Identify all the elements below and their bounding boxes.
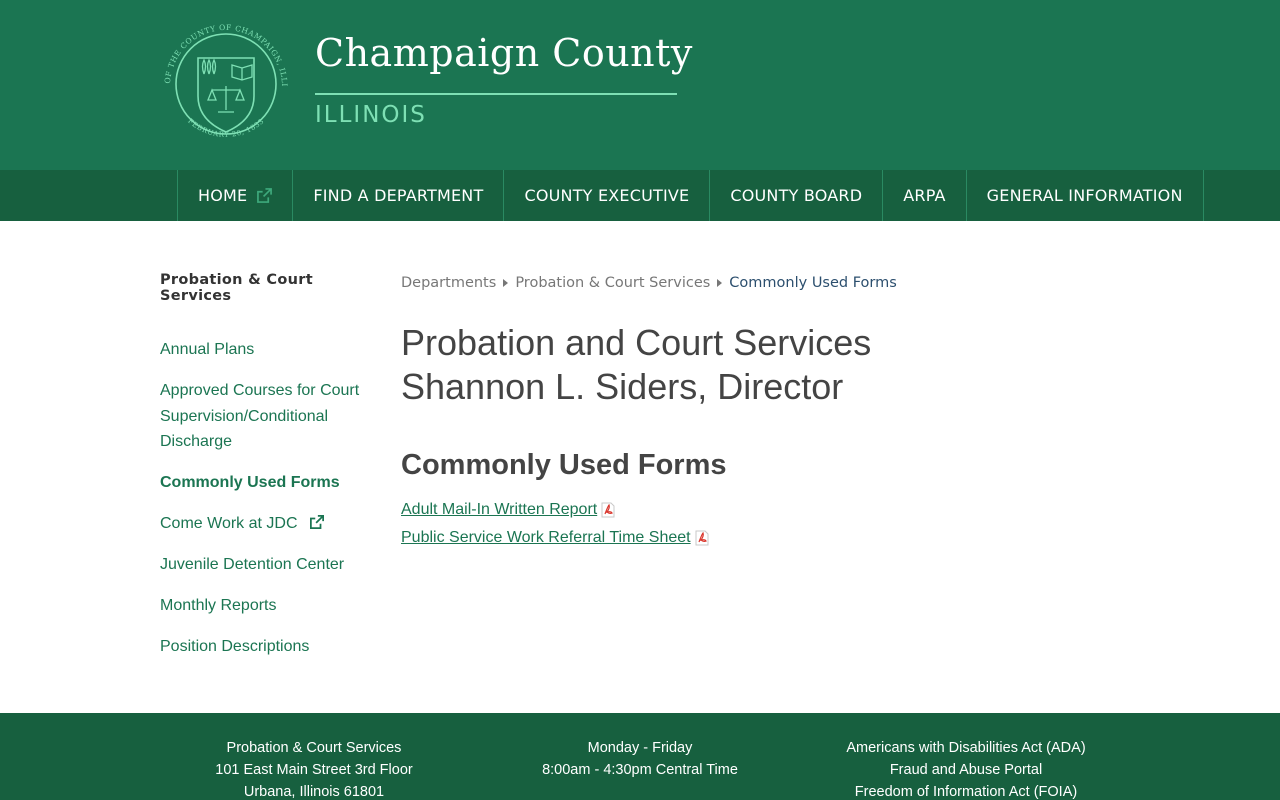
- page-title-line-2: Shannon L. Siders, Director: [401, 366, 844, 407]
- pdf-icon: [695, 530, 709, 546]
- nav-item-general-information[interactable]: GENERAL INFORMATION: [967, 170, 1204, 221]
- footer-address-line: 101 East Main Street 3rd Floor: [215, 762, 413, 778]
- footer-link-foia[interactable]: Freedom of Information Act (FOIA): [826, 781, 1106, 800]
- svg-text:FEBRUARY 20, 1833: FEBRUARY 20, 1833: [186, 117, 266, 139]
- sidebar-item-position-descriptions[interactable]: Position Descriptions: [160, 634, 370, 660]
- nav-item-find-a-department[interactable]: FIND A DEPARTMENT: [293, 170, 505, 221]
- sidebar-item-commonly-used-forms[interactable]: Commonly Used Forms: [160, 470, 370, 496]
- form-link-adult-mail-in-report[interactable]: Adult Mail-In Written Report: [401, 496, 616, 524]
- sidebar-item-approved-courses[interactable]: Approved Courses for Court Supervision/C…: [160, 378, 370, 455]
- form-link-label: Adult Mail-In Written Report: [401, 501, 598, 518]
- page-title-line-1: Probation and Court Services: [401, 322, 872, 363]
- nav-item-label: FIND A DEPARTMENT: [313, 186, 484, 205]
- footer-hours-line: Monday - Friday: [587, 740, 693, 756]
- form-link-label: Public Service Work Referral Time Sheet: [401, 529, 691, 546]
- page-title: Probation and Court Services Shannon L. …: [401, 321, 1101, 409]
- sidebar-heading: Probation & Court Services: [160, 272, 313, 304]
- nav-item-county-executive[interactable]: COUNTY EXECUTIVE: [504, 170, 711, 221]
- nav-item-label: COUNTY BOARD: [730, 186, 863, 205]
- footer-link-fraud-portal[interactable]: Fraud and Abuse Portal: [826, 759, 1106, 781]
- sidebar: Probation & Court Services Annual Plans …: [160, 272, 370, 675]
- sidebar-item-monthly-reports[interactable]: Monthly Reports: [160, 593, 370, 619]
- county-seal-logo[interactable]: SEAL OF THE COUNTY OF CHAMPAIGN, ILLINOI…: [158, 18, 294, 154]
- external-link-icon: [257, 188, 273, 203]
- sidebar-item-come-work-at-jdc[interactable]: Come Work at JDC: [160, 511, 370, 537]
- site-header: SEAL OF THE COUNTY OF CHAMPAIGN, ILLINOI…: [0, 0, 1280, 170]
- sidebar-item-annual-plans[interactable]: Annual Plans: [160, 337, 370, 363]
- pdf-icon: [601, 502, 615, 518]
- section-title: Commonly Used Forms: [401, 449, 727, 481]
- footer-links: Americans with Disabilities Act (ADA) Fr…: [826, 737, 1106, 800]
- breadcrumb-current: Commonly Used Forms: [729, 275, 897, 291]
- svg-text:SEAL OF THE COUNTY OF CHAMPAIG: SEAL OF THE COUNTY OF CHAMPAIGN, ILLINOI…: [158, 18, 289, 87]
- list-item: Public Service Work Referral Time Sheet: [401, 524, 1101, 552]
- nav-item-label: HOME: [198, 186, 248, 205]
- breadcrumb: Departments Probation & Court Services C…: [401, 272, 1101, 294]
- nav-list: HOME FIND A DEPARTMENT COUNTY EXECUTIVE …: [177, 170, 1204, 221]
- nav-item-label: GENERAL INFORMATION: [986, 186, 1183, 205]
- site-title[interactable]: Champaign County: [315, 31, 693, 75]
- form-link-public-service-time-sheet[interactable]: Public Service Work Referral Time Sheet: [401, 524, 710, 552]
- sidebar-item-juvenile-detention-center[interactable]: Juvenile Detention Center: [160, 552, 370, 578]
- main-content: Departments Probation & Court Services C…: [401, 272, 1101, 552]
- footer-hours: Monday - Friday 8:00am - 4:30pm Central …: [530, 737, 750, 781]
- site-footer: Probation & Court Services 101 East Main…: [0, 713, 1280, 800]
- breadcrumb-separator-icon: [717, 279, 723, 287]
- footer-address: Probation & Court Services 101 East Main…: [204, 737, 424, 800]
- breadcrumb-separator-icon: [503, 279, 509, 287]
- footer-address-line: Urbana, Illinois 61801: [243, 784, 385, 800]
- nav-item-label: COUNTY EXECUTIVE: [524, 186, 690, 205]
- nav-item-label: ARPA: [903, 186, 946, 205]
- nav-item-county-board[interactable]: COUNTY BOARD: [710, 170, 884, 221]
- forms-list: Adult Mail-In Written Report Public Serv…: [401, 496, 1101, 552]
- footer-address-line: Probation & Court Services: [226, 740, 402, 756]
- list-item: Adult Mail-In Written Report: [401, 496, 1101, 524]
- nav-item-arpa[interactable]: ARPA: [883, 170, 967, 221]
- title-divider: [315, 93, 677, 95]
- site-subtitle: ILLINOIS: [315, 102, 427, 128]
- nav-item-home[interactable]: HOME: [178, 170, 294, 221]
- sidebar-item-label: Come Work at JDC: [160, 515, 298, 532]
- footer-hours-line: 8:00am - 4:30pm Central Time: [542, 762, 738, 778]
- breadcrumb-probation[interactable]: Probation & Court Services: [515, 275, 710, 291]
- footer-link-ada[interactable]: Americans with Disabilities Act (ADA): [826, 737, 1106, 759]
- breadcrumb-departments[interactable]: Departments: [401, 275, 496, 291]
- external-link-icon: [309, 515, 324, 529]
- main-nav: HOME FIND A DEPARTMENT COUNTY EXECUTIVE …: [0, 170, 1280, 221]
